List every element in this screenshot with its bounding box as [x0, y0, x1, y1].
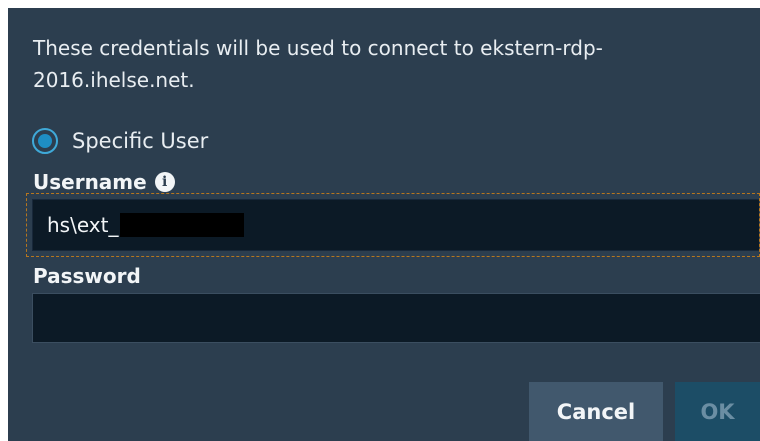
password-label-row: Password [33, 264, 141, 288]
info-icon[interactable]: i [154, 172, 175, 192]
password-input[interactable] [32, 293, 760, 343]
cancel-button[interactable]: Cancel [529, 382, 663, 441]
username-label: Username [33, 170, 147, 194]
username-value: hs\ext_ [47, 213, 119, 237]
specific-user-label: Specific User [72, 129, 209, 153]
redaction-block [120, 212, 245, 237]
username-label-row: Username i [33, 170, 175, 194]
username-field-focus-ring: hs\ext_ [26, 193, 760, 257]
ok-button[interactable]: OK [675, 382, 760, 441]
specific-user-option[interactable]: Specific User [32, 126, 208, 156]
radio-dot [38, 134, 52, 148]
username-input[interactable]: hs\ext_ [32, 199, 759, 251]
dialog-description: These credentials will be used to connec… [33, 36, 603, 92]
radio-button-selected[interactable] [32, 128, 58, 154]
credentials-dialog: These credentials will be used to connec… [8, 8, 760, 441]
password-label: Password [33, 264, 141, 288]
